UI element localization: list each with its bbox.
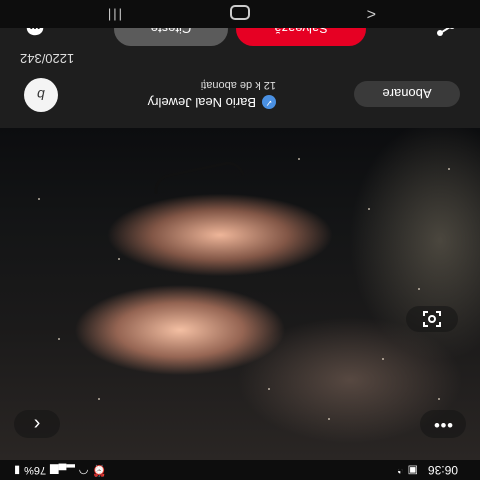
follow-button[interactable]: Abonare <box>354 81 460 107</box>
dust-speck <box>98 398 100 400</box>
author-name: Bario Neal Jewelry <box>147 95 256 110</box>
wifi-icon: ◠ <box>78 464 89 476</box>
verified-icon: ✓ <box>262 95 276 110</box>
nav-recents-button[interactable]: ||| <box>106 8 122 23</box>
dust-speck <box>58 338 60 340</box>
dust-speck <box>418 288 420 290</box>
nav-home-button[interactable] <box>230 5 250 20</box>
whatsapp-icon: ◔ <box>396 465 404 477</box>
battery-icon: ▮ <box>14 464 21 476</box>
dust-speck <box>368 208 370 210</box>
signal-icon: ▂▄▆ <box>50 464 75 476</box>
nav-back-button[interactable]: < <box>367 4 376 22</box>
visual-search-icon <box>423 311 441 327</box>
screen: 06:36 ▣ ◔ ⏰ ◠ ▂▄▆ 76% ▮ ••• ‹ Abonare ✓ … <box>0 0 480 480</box>
follower-count: 12 k de abonați <box>200 79 276 91</box>
battery-percent: 76% <box>24 464 47 477</box>
visual-search-button[interactable] <box>406 306 458 332</box>
dust-speck <box>328 418 330 420</box>
back-icon: ‹ <box>33 413 41 436</box>
dust-speck <box>268 388 270 390</box>
system-nav-bar: < ||| <box>0 0 480 28</box>
dust-speck <box>38 198 40 200</box>
back-button[interactable]: ‹ <box>14 410 60 438</box>
alarm-icon: ⏰ <box>92 464 107 476</box>
dust-speck <box>438 398 440 400</box>
gallery-icon: ▣ <box>407 464 418 476</box>
author-block[interactable]: ✓ Bario Neal Jewelry 12 k de abonați <box>148 79 276 110</box>
dust-speck <box>298 158 300 160</box>
more-button[interactable]: ••• <box>420 410 466 438</box>
status-bar: 06:36 ▣ ◔ ⏰ ◠ ▂▄▆ 76% ▮ <box>0 460 480 480</box>
dust-speck <box>382 358 384 360</box>
dust-speck <box>118 258 120 260</box>
more-icon: ••• <box>433 416 453 433</box>
dust-speck <box>448 168 450 170</box>
pin-title: 1220/342 <box>20 51 75 66</box>
status-time: 06:36 <box>427 463 458 477</box>
bracelet-shape <box>151 158 245 195</box>
pin-image[interactable]: ••• ‹ <box>0 128 480 460</box>
avatar[interactable]: b <box>24 78 58 112</box>
